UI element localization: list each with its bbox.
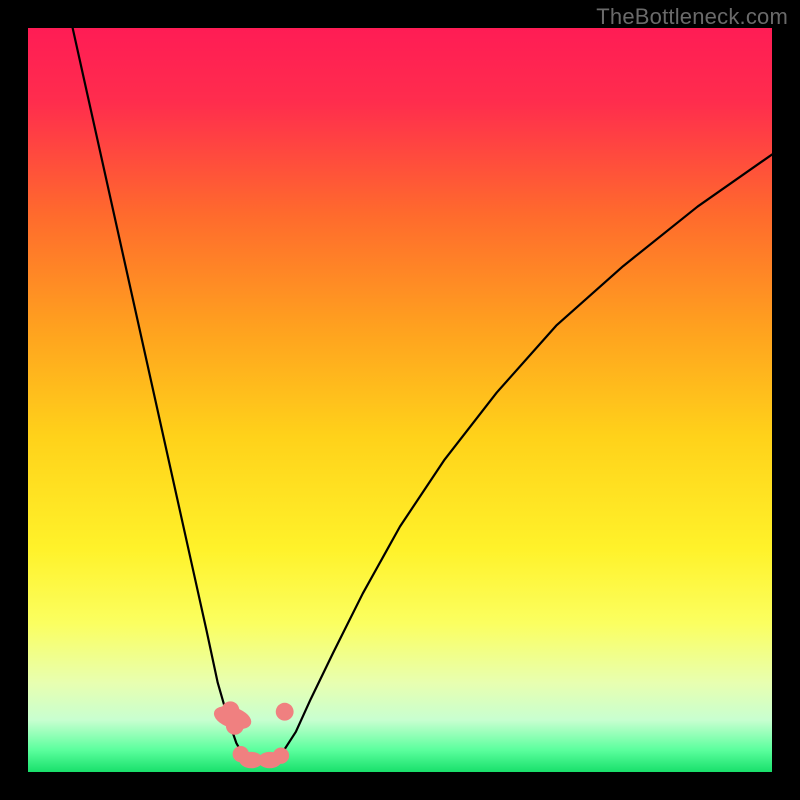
series-left-branch	[73, 28, 252, 762]
chart-frame	[28, 28, 772, 772]
plot-area	[28, 28, 772, 772]
marker-floor-dot-l	[233, 746, 249, 762]
watermark-text: TheBottleneck.com	[596, 4, 788, 30]
marker-floor-dot-r	[273, 747, 289, 763]
marker-right-dot	[276, 703, 294, 721]
series-right-branch	[274, 154, 772, 762]
curve-layer	[28, 28, 772, 772]
